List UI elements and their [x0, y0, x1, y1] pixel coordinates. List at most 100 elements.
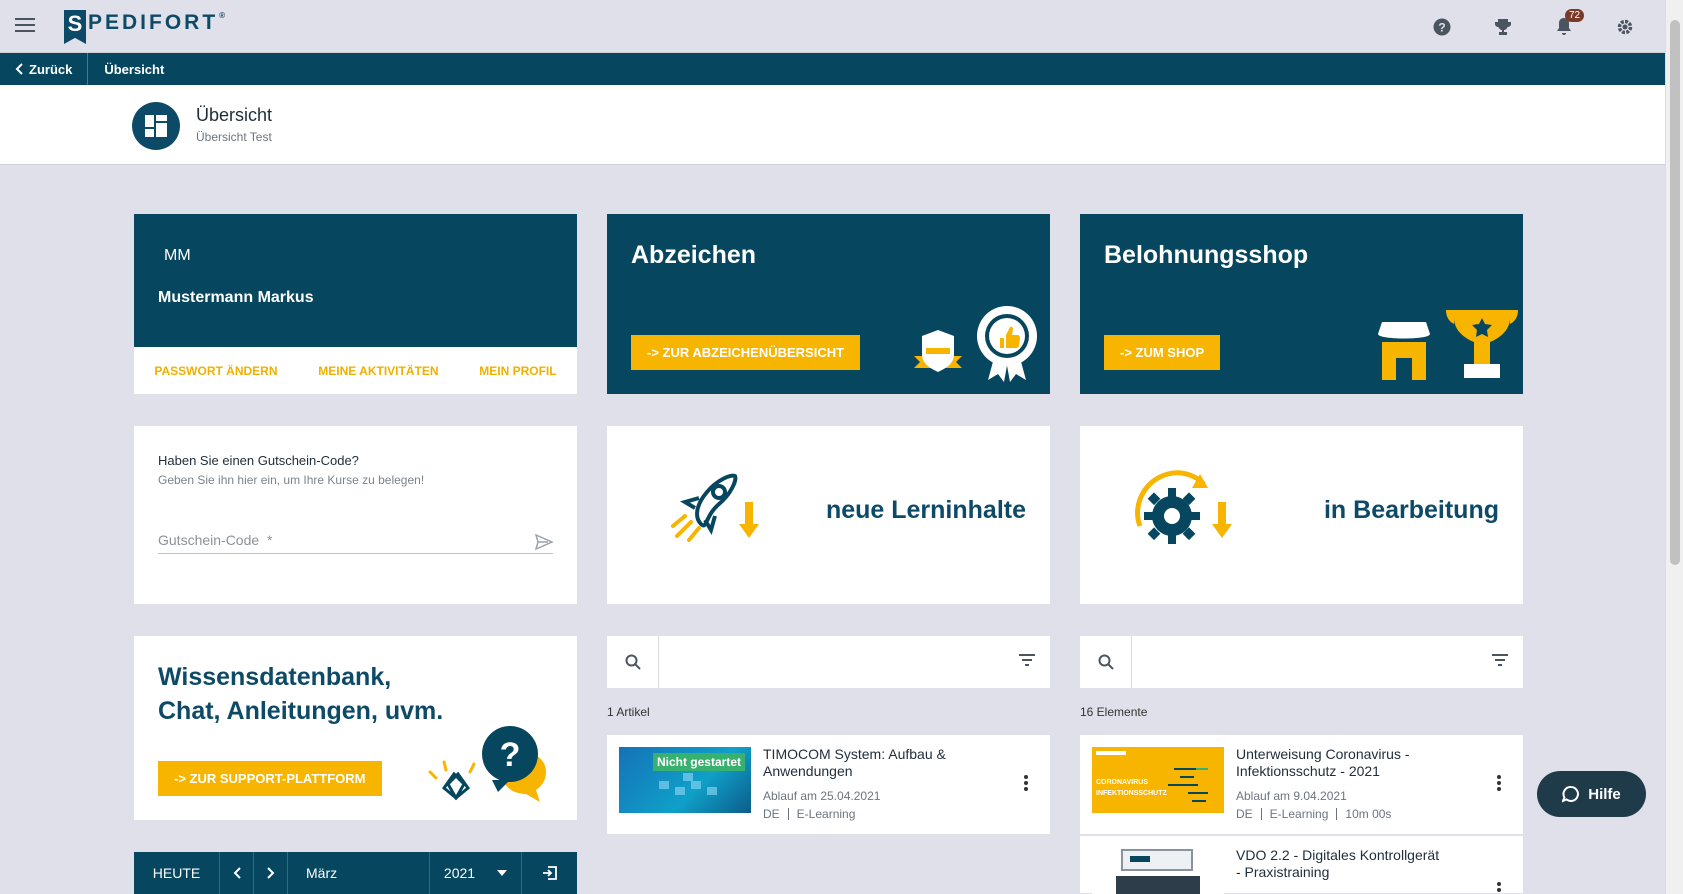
course-language: DE [763, 807, 780, 821]
thumbnail-caption: CORONAVIRUS INFEKTIONSSCHUTZ [1096, 779, 1167, 797]
trophy-icon[interactable] [1482, 14, 1523, 40]
avatar-initials: MM [164, 247, 191, 264]
support-chat-icon: ? [428, 726, 546, 802]
chevron-left-icon[interactable] [220, 852, 254, 894]
new-content-tile[interactable]: neue Lerninhalte [607, 426, 1050, 604]
month-label: März [288, 852, 430, 894]
settings-icon[interactable] [1604, 14, 1645, 40]
today-button[interactable]: HEUTE [134, 852, 220, 894]
course-expiry: Ablauf am 25.04.2021 [763, 789, 881, 803]
top-actions: ? 72 [1421, 9, 1645, 40]
badges-title: Abzeichen [631, 241, 757, 269]
search-icon[interactable] [1080, 636, 1132, 688]
svg-text:?: ? [500, 736, 521, 774]
send-icon[interactable] [535, 534, 553, 550]
list-item[interactable]: Nicht gestartet TIMOCOM System: Aufbau &… [607, 735, 1050, 835]
course-expiry: Ablauf am 9.04.2021 [1236, 789, 1347, 803]
svg-text:?: ? [1438, 21, 1445, 35]
nav-bar: Zurück Übersicht [0, 53, 1665, 85]
course-meta: DE E-Learning [763, 808, 863, 820]
top-bar: S PEDIFORT® ? 72 [0, 0, 1665, 53]
new-content-label: neue Lerninhalte [825, 496, 1026, 524]
logo-registered-mark: ® [219, 10, 229, 20]
course-thumbnail [1092, 848, 1224, 894]
support-platform-button[interactable]: -> ZUR SUPPORT-PLATTFORM [158, 761, 382, 796]
rocket-icon [671, 473, 759, 542]
more-options-icon[interactable] [1497, 882, 1501, 894]
voucher-question: Haben Sie einen Gutschein-Code? [158, 453, 359, 468]
search-icon[interactable] [607, 636, 659, 688]
more-options-icon[interactable] [1024, 775, 1028, 791]
help-chat-button[interactable]: Hilfe [1537, 771, 1646, 817]
calendar-toolbar: HEUTE März 2021 [134, 852, 577, 894]
year-select[interactable]: 2021 [430, 852, 522, 894]
shop-card: Belohnungsshop -> ZUM SHOP [1080, 214, 1523, 394]
content-search-bar [607, 636, 1050, 688]
change-password-link[interactable]: PASSWORT ÄNDERN [154, 364, 277, 378]
course-thumbnail: CORONAVIRUS INFEKTIONSSCHUTZ [1092, 747, 1224, 813]
voucher-hint: Geben Sie ihn hier ein, um Ihre Kurse zu… [158, 473, 425, 487]
back-label: Zurück [29, 61, 73, 77]
right-item-count: 16 Elemente [1080, 705, 1148, 719]
badge-award-icon [914, 306, 1037, 382]
in-progress-tile[interactable]: in Bearbeitung [1080, 426, 1523, 604]
course-meta: DE E-Learning 10m 00s [1236, 808, 1399, 820]
shop-title: Belohnungsshop [1104, 241, 1309, 269]
dashboard-icon [132, 102, 180, 150]
filter-icon[interactable] [1491, 653, 1509, 667]
year-value: 2021 [443, 865, 476, 881]
shop-trophy-icon [1378, 310, 1518, 380]
filter-icon[interactable] [1018, 653, 1036, 667]
logo-letter: S [64, 10, 86, 44]
support-card: Wissensdatenbank, Chat, Anleitungen, uvm… [134, 636, 577, 820]
notifications-icon[interactable]: 72 [1543, 9, 1585, 40]
back-button[interactable]: Zurück [0, 53, 89, 85]
badges-card: Abzeichen -> ZUR ABZEICHENÜBERSICHT [607, 214, 1050, 394]
help-label: Hilfe [1588, 785, 1621, 803]
content-search-input[interactable] [667, 650, 997, 674]
profile-name: Mustermann Markus [158, 289, 314, 306]
progress-search-bar [1080, 636, 1523, 688]
logo-text: PEDIFORT [88, 10, 219, 34]
page-header: Übersicht Übersicht Test [0, 85, 1665, 165]
badges-overview-button[interactable]: -> ZUR ABZEICHENÜBERSICHT [631, 335, 861, 370]
scrollbar-thumb[interactable] [1670, 20, 1680, 565]
voucher-card: Haben Sie einen Gutschein-Code? Geben Si… [134, 426, 577, 604]
spedifort-logo[interactable]: S PEDIFORT® [64, 10, 228, 44]
status-badge: Nicht gestartet [652, 753, 745, 771]
profile-links: PASSWORT ÄNDERN MEINE AKTIVITÄTEN MEIN P… [134, 347, 577, 394]
course-language: DE [1236, 807, 1253, 821]
chevron-right-icon[interactable] [254, 852, 288, 894]
page-title: Übersicht [196, 105, 273, 125]
profile-card: MM Mustermann Markus PASSWORT ÄNDERN MEI… [134, 214, 577, 394]
left-item-count: 1 Artikel [607, 705, 650, 719]
course-type: E-Learning [787, 808, 864, 820]
caret-down-icon [497, 870, 508, 876]
profile-header: MM Mustermann Markus [134, 214, 577, 347]
shop-button[interactable]: -> ZUM SHOP [1104, 335, 1221, 370]
progress-search-input[interactable] [1140, 650, 1470, 674]
scrollbar[interactable] [1665, 0, 1683, 894]
gear-progress-icon [1135, 470, 1232, 544]
menu-icon[interactable] [15, 18, 35, 34]
list-item[interactable]: VDO 2.2 - Digitales Kontrollgerät - Prax… [1080, 836, 1523, 894]
course-title: Unterweisung Coronavirus - Infektionssch… [1236, 746, 1410, 779]
list-item[interactable]: CORONAVIRUS INFEKTIONSSCHUTZ Unterweisun… [1080, 735, 1523, 835]
my-profile-link[interactable]: MEIN PROFIL [479, 364, 556, 378]
chat-icon [1562, 786, 1580, 803]
chevron-left-icon [15, 63, 23, 75]
support-title: Wissensdatenbank, Chat, Anleitungen, uvm… [158, 663, 444, 725]
in-progress-label: in Bearbeitung [1323, 496, 1499, 524]
help-icon[interactable]: ? [1421, 14, 1462, 40]
login-icon[interactable] [522, 852, 577, 894]
course-title: TIMOCOM System: Aufbau & Anwendungen [763, 746, 946, 779]
page-subtitle: Übersicht Test [196, 130, 272, 144]
notification-badge: 72 [1565, 9, 1585, 22]
voucher-code-input[interactable] [158, 526, 553, 554]
breadcrumb[interactable]: Übersicht [88, 62, 180, 77]
more-options-icon[interactable] [1497, 775, 1501, 791]
course-thumbnail: Nicht gestartet [619, 747, 751, 813]
course-duration: 10m 00s [1336, 808, 1399, 820]
my-activities-link[interactable]: MEINE AKTIVITÄTEN [318, 364, 438, 378]
course-title: VDO 2.2 - Digitales Kontrollgerät - Prax… [1236, 847, 1440, 880]
